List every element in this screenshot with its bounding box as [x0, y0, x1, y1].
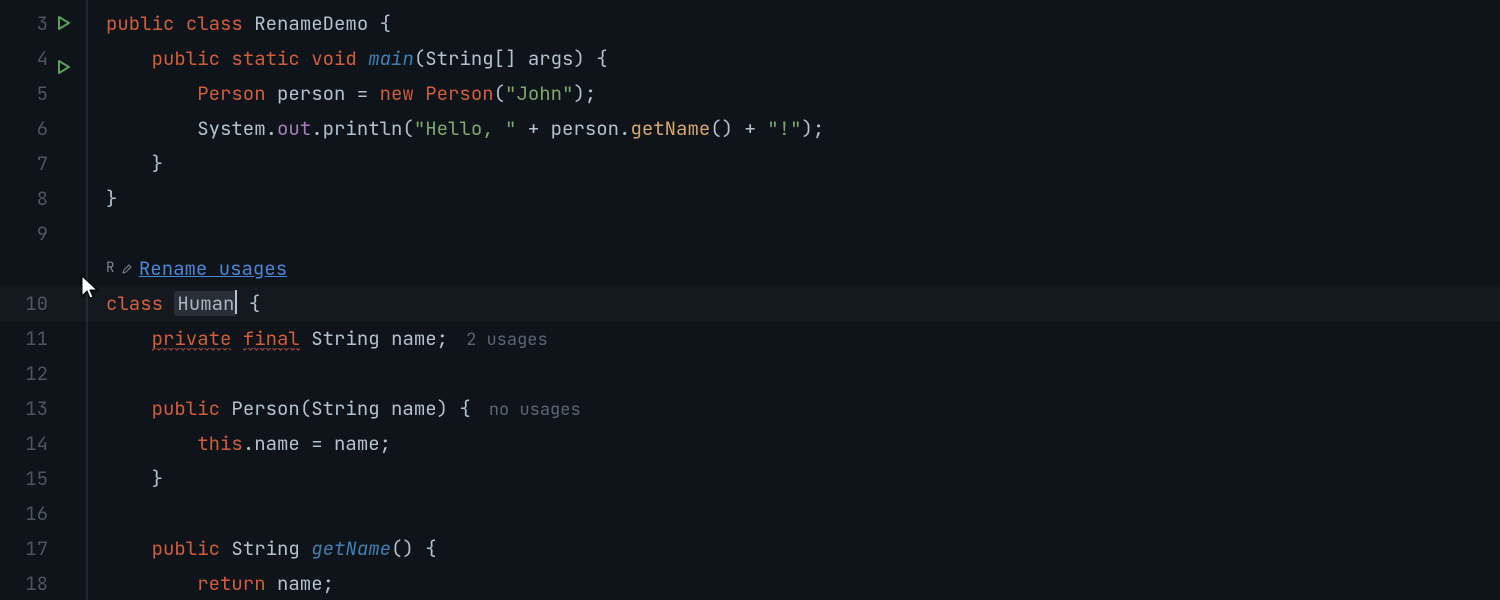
- line-number: 16: [0, 496, 56, 531]
- run-icon[interactable]: [56, 59, 86, 94]
- code-line[interactable]: public String getName() {: [106, 531, 824, 566]
- code-area[interactable]: public class RenameDemo { public static …: [106, 0, 824, 600]
- code-line[interactable]: [106, 356, 824, 391]
- code-line[interactable]: public class RenameDemo {: [106, 6, 824, 41]
- line-number: 11: [0, 321, 56, 356]
- code-line[interactable]: this.name = name;: [106, 426, 824, 461]
- code-line[interactable]: public Person(String name) {no usages: [106, 391, 824, 426]
- line-number: 14: [0, 426, 56, 461]
- run-icon[interactable]: [56, 15, 86, 50]
- line-number: 15: [0, 461, 56, 496]
- line-number: 6: [0, 111, 56, 146]
- rename-hint-label: R: [106, 251, 115, 286]
- code-line[interactable]: System.out.println("Hello, " + person.ge…: [106, 111, 824, 146]
- line-number-gutter: 3456789 101112131415161718: [0, 0, 56, 600]
- line-number: 4: [0, 41, 56, 76]
- usage-inlay: no usages: [489, 399, 581, 421]
- code-line[interactable]: }: [106, 461, 824, 496]
- usage-inlay: 2 usages: [466, 329, 548, 351]
- code-editor[interactable]: 3456789 101112131415161718 public class R…: [0, 0, 1500, 600]
- line-number: 3: [0, 6, 56, 41]
- code-line[interactable]: return name;: [106, 566, 824, 600]
- line-number: 8: [0, 181, 56, 216]
- code-line[interactable]: [106, 496, 824, 531]
- line-number: 12: [0, 356, 56, 391]
- code-line[interactable]: Person person = new Person("John");: [106, 76, 824, 111]
- rename-hint: R Rename usages: [106, 251, 824, 286]
- run-gutter: [56, 0, 86, 600]
- code-line[interactable]: [106, 216, 824, 251]
- line-number: 18: [0, 566, 56, 600]
- code-line[interactable]: }: [106, 146, 824, 181]
- line-number: 13: [0, 391, 56, 426]
- line-number: 7: [0, 146, 56, 181]
- pencil-icon: [121, 263, 133, 275]
- rename-input[interactable]: Human: [174, 291, 237, 316]
- line-number: 9: [0, 216, 56, 251]
- line-number: 5: [0, 76, 56, 111]
- code-line[interactable]: private final String name;2 usages: [106, 321, 824, 356]
- code-line[interactable]: public static void main(String[] args) {: [106, 41, 824, 76]
- rename-usages-link[interactable]: Rename usages: [139, 251, 287, 286]
- code-line[interactable]: }: [106, 181, 824, 216]
- code-line[interactable]: class Human {: [106, 286, 824, 321]
- line-number: 17: [0, 531, 56, 566]
- line-number: 10: [0, 286, 56, 321]
- gutter-divider: [86, 0, 88, 600]
